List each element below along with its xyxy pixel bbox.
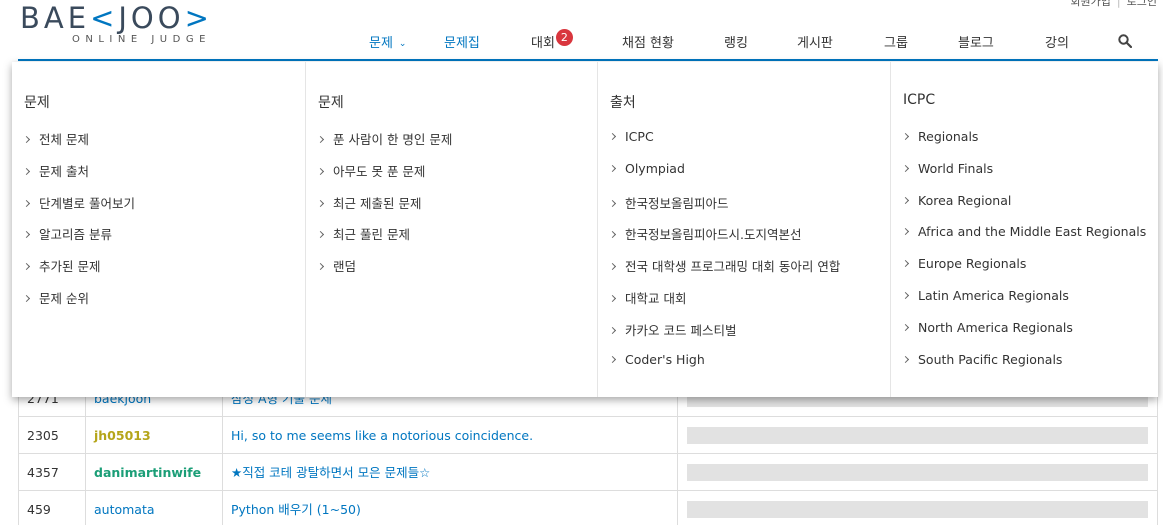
chevron-right-icon (901, 323, 910, 331)
menu-item[interactable]: 랜덤 (316, 256, 452, 288)
menu-item[interactable]: 문제 출처 (22, 161, 135, 193)
row-user-link[interactable]: automata (86, 491, 223, 525)
table-row[interactable]: 2305 jh05013 Hi, so to me seems like a n… (18, 417, 1158, 454)
table-row[interactable]: 459 automata Python 배우기 (1~50) (18, 491, 1158, 525)
chevron-right-icon (608, 355, 617, 363)
row-user-link[interactable]: danimartinwife (86, 454, 223, 491)
progress-bar (687, 427, 1148, 444)
menu-item[interactable]: 아무도 못 푼 문제 (316, 161, 452, 193)
menu-item[interactable]: 대학교 대회 (608, 288, 840, 320)
nav-lectures[interactable]: 강의 (1045, 32, 1069, 51)
row-progress (678, 454, 1158, 491)
chevron-right-icon (22, 135, 31, 144)
nav-ranking[interactable]: 랭킹 (724, 32, 748, 51)
chevron-right-icon (901, 260, 910, 268)
progress-bar (687, 501, 1148, 518)
menu-column-sources: 출처 ICPC Olympiad 한국정보올림피아드 한국정보올림피아드시.도지… (597, 62, 890, 397)
menu-column-heading: ICPC (903, 92, 936, 108)
row-title-link[interactable]: Hi, so to me seems like a notorious coin… (223, 417, 678, 454)
chevron-right-icon (316, 231, 325, 239)
menu-item[interactable]: 문제 순위 (22, 288, 135, 320)
menu-item[interactable]: North America Regionals (901, 320, 1146, 352)
nav-workbooks[interactable]: 문제집 (444, 32, 480, 51)
menu-item[interactable]: 최근 풀린 문제 (316, 224, 452, 256)
menu-item[interactable]: 알고리즘 분류 (22, 224, 135, 256)
menu-column-icpc: ICPC Regionals World Finals Korea Region… (890, 62, 1158, 397)
chevron-right-icon (316, 199, 325, 207)
nav-status[interactable]: 채점 현황 (622, 32, 674, 51)
nav-blog[interactable]: 블로그 (958, 32, 994, 51)
menu-item[interactable]: Olympiad (608, 161, 840, 193)
row-progress (678, 491, 1158, 525)
chevron-right-icon (316, 135, 325, 144)
row-progress (678, 417, 1158, 454)
menu-item[interactable]: Latin America Regionals (901, 288, 1146, 320)
menu-item[interactable]: South Pacific Regionals (901, 352, 1146, 384)
table-row[interactable]: 4357 danimartinwife ★직접 코테 광탈하면서 모은 문제들☆ (18, 454, 1158, 491)
nav-contests[interactable]: 대회 2 (531, 29, 573, 52)
chevron-right-icon (608, 294, 617, 303)
nav-problems[interactable]: 문제 ⌄ (369, 32, 406, 51)
chevron-right-icon (901, 355, 910, 363)
menu-item[interactable]: 카카오 코드 페스티벌 (608, 320, 840, 352)
chevron-right-icon (608, 164, 617, 172)
row-user-link[interactable]: jh05013 (86, 417, 223, 454)
menu-item[interactable]: 푼 사람이 한 명인 문제 (316, 129, 452, 161)
menu-item[interactable]: Africa and the Middle East Regionals (901, 224, 1146, 256)
chevron-right-icon (22, 199, 31, 207)
chevron-right-icon (608, 326, 617, 334)
chevron-right-icon (901, 228, 910, 236)
main-nav: 문제 ⌄ 문제집 대회 2 채점 현황 랭킹 게시판 그룹 블로그 강의 (0, 26, 1163, 56)
chevron-right-icon (316, 263, 325, 271)
chevron-right-icon (901, 291, 910, 300)
menu-column-heading: 문제 (318, 95, 344, 111)
row-title-link[interactable]: ★직접 코테 광탈하면서 모은 문제들☆ (223, 454, 678, 491)
menu-item[interactable]: 전체 문제 (22, 129, 135, 161)
chevron-down-icon: ⌄ (398, 39, 407, 49)
menu-column-heading: 문제 (24, 95, 50, 111)
menu-column-problem-lists: 문제 푼 사람이 한 명인 문제 아무도 못 푼 문제 최근 제출된 문제 최근… (305, 62, 597, 397)
progress-bar (687, 464, 1148, 481)
chevron-right-icon (22, 231, 31, 239)
menu-item[interactable]: ICPC (608, 129, 840, 161)
menu-item[interactable]: Regionals (901, 129, 1146, 161)
chevron-right-icon (608, 231, 617, 239)
menu-item[interactable]: 한국정보올림피아드시.도지역본선 (608, 224, 840, 256)
menu-item[interactable]: 한국정보올림피아드 (608, 193, 840, 225)
chevron-right-icon (316, 167, 325, 175)
chevron-right-icon (901, 132, 910, 141)
menu-item[interactable]: World Finals (901, 161, 1146, 193)
signup-link[interactable]: 회원가입 (1070, 0, 1110, 8)
search-icon[interactable] (1118, 34, 1132, 48)
nav-underline (18, 59, 1158, 61)
row-title-link[interactable]: Python 배우기 (1~50) (223, 491, 678, 525)
problems-dropdown-menu: 문제 전체 문제 문제 출처 단계별로 풀어보기 알고리즘 분류 추가된 문제 … (12, 62, 1158, 397)
row-number: 459 (18, 491, 86, 525)
menu-item[interactable]: Europe Regionals (901, 256, 1146, 288)
menu-item[interactable]: Korea Regional (901, 193, 1146, 225)
menu-item[interactable]: 단계별로 풀어보기 (22, 193, 135, 225)
chevron-right-icon (22, 294, 31, 303)
chevron-right-icon (608, 263, 617, 271)
menu-item[interactable]: 전국 대학생 프로그래밍 대회 동아리 연합 (608, 256, 840, 288)
chevron-right-icon (608, 132, 617, 141)
chevron-right-icon (901, 196, 910, 204)
row-number: 2305 (18, 417, 86, 454)
chevron-right-icon (22, 167, 31, 175)
utility-links: 회원가입 | 로그인 (1070, 0, 1157, 9)
menu-column-heading: 출처 (610, 95, 636, 111)
chevron-right-icon (901, 164, 910, 172)
login-link[interactable]: 로그인 (1127, 0, 1157, 8)
row-number: 4357 (18, 454, 86, 491)
chevron-right-icon (608, 199, 617, 207)
menu-item[interactable]: 최근 제출된 문제 (316, 193, 452, 225)
menu-item[interactable]: Coder's High (608, 352, 840, 384)
nav-groups[interactable]: 그룹 (884, 32, 908, 51)
menu-item[interactable]: 추가된 문제 (22, 256, 135, 288)
contest-count-badge: 2 (555, 29, 573, 46)
menu-column-problems: 문제 전체 문제 문제 출처 단계별로 풀어보기 알고리즘 분류 추가된 문제 … (12, 62, 305, 397)
chevron-right-icon (22, 263, 31, 271)
nav-board[interactable]: 게시판 (797, 32, 833, 51)
